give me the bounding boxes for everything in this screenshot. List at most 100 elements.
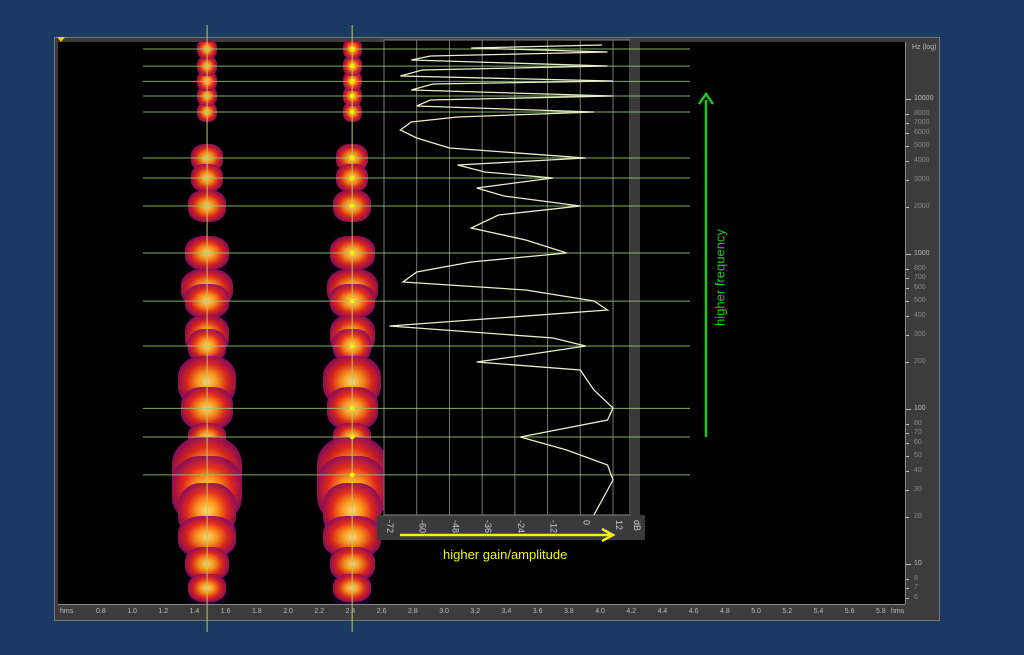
frequency-tick xyxy=(906,145,909,147)
spectrogram-energy-blob xyxy=(329,235,375,270)
spectrogram-energy-blob xyxy=(184,235,230,270)
spectrogram-energy-blob xyxy=(342,42,362,60)
spectrogram-energy-blob xyxy=(184,284,230,319)
frequency-tick-label: 8000 xyxy=(914,110,930,118)
frequency-tick-label: 60 xyxy=(914,439,922,447)
time-tick-label: 4.0 xyxy=(595,608,605,615)
frequency-tick-label: 10000 xyxy=(914,95,934,102)
time-tick-label: 4.4 xyxy=(657,608,668,615)
frequency-axis: Hz (log) 10000 1000 100 10 8000 7000 6000 5000 4… xyxy=(905,42,938,604)
frequency-tick-label: 80 xyxy=(914,420,922,428)
time-tick-label: 4.6 xyxy=(688,608,699,615)
frequency-tick xyxy=(906,99,911,100)
time-axis-unit-right: hms xyxy=(891,608,905,615)
time-tick-label: 2.8 xyxy=(408,608,418,615)
time-tick-label: 2.0 xyxy=(283,608,293,615)
frequency-tick xyxy=(906,443,909,445)
frequency-tick xyxy=(906,409,911,410)
time-tick-label: 5.6 xyxy=(844,608,855,615)
frequency-tick-label: 200 xyxy=(914,358,926,366)
frequency-tick xyxy=(906,123,909,124)
frequency-tick-label: 2000 xyxy=(914,203,930,211)
time-tick-label: 1.8 xyxy=(252,608,262,615)
time-tick-label: 2.4 xyxy=(345,608,356,615)
frequency-tick-label: 10 xyxy=(914,560,922,567)
time-tick-label: 1.0 xyxy=(127,608,137,615)
frequency-tick-label: 500 xyxy=(914,296,926,304)
time-tick-label: 4.8 xyxy=(720,608,730,615)
frequency-tick-label: 50 xyxy=(914,451,922,459)
frequency-tick-label: 7 xyxy=(914,584,918,591)
frequency-tick xyxy=(906,160,909,162)
time-tick-label: 2.6 xyxy=(376,608,387,615)
frequency-tick-label: 600 xyxy=(914,284,926,292)
frequency-tick xyxy=(906,455,909,457)
frequency-tick-label: 20 xyxy=(914,513,922,521)
frequency-tick xyxy=(906,254,911,255)
time-axis: hms hms 0.8 1.0 1.2 1.4 1.6 1.8 2.0 2.2 2.4 2.6 2.… xyxy=(58,604,905,619)
frequency-tick xyxy=(906,490,909,492)
time-tick-label: 3.6 xyxy=(532,608,543,615)
frequency-tick xyxy=(906,207,909,209)
frequency-tick-label: 7000 xyxy=(914,119,930,126)
time-tick-label: 5.2 xyxy=(782,608,793,615)
spectrogram-energy-blob xyxy=(332,190,372,222)
frequency-tick-label: 6000 xyxy=(914,129,930,137)
frequency-tick xyxy=(906,362,909,364)
frequency-tick xyxy=(906,300,909,302)
frequency-tick-label: 3000 xyxy=(914,176,930,184)
frequency-tick-label: 5000 xyxy=(914,141,930,149)
frequency-tick xyxy=(906,424,909,426)
time-tick-label: 3.8 xyxy=(564,608,574,615)
frequency-tick-label: 1000 xyxy=(914,250,930,257)
frequency-tick xyxy=(906,564,911,565)
spectrogram-energy-blob xyxy=(187,190,227,222)
spectrogram-energy-blob xyxy=(197,56,217,77)
frequency-tick xyxy=(906,588,909,589)
spectrogram-energy-blob xyxy=(191,163,224,193)
gain-annotation: higher gain/amplitude xyxy=(443,547,568,562)
time-tick-label: 4.2 xyxy=(626,608,637,615)
frequency-tick xyxy=(906,598,909,600)
spectrogram-energy-blob xyxy=(187,573,227,603)
frequency-tick xyxy=(906,180,909,182)
frequency-tick xyxy=(906,517,909,519)
frequency-tick xyxy=(906,288,909,290)
frequency-tick-label: 300 xyxy=(914,331,926,339)
frequency-tick xyxy=(906,315,909,317)
time-axis-unit-left: hms xyxy=(60,608,74,615)
time-tick-label: 3.0 xyxy=(439,608,449,615)
frequency-tick xyxy=(906,278,909,279)
frequency-annotation: higher frequency xyxy=(712,229,728,326)
frequency-tick-label: 800 xyxy=(914,265,926,273)
spectrogram-energy-blob xyxy=(332,573,372,603)
frequency-tick-label: 70 xyxy=(914,429,922,436)
spectrogram-energy-blob xyxy=(197,42,217,60)
frequency-tick-label: 100 xyxy=(914,405,926,412)
frequency-tick xyxy=(906,114,909,116)
spectrogram-energy-blob xyxy=(336,163,369,193)
spectrogram-energy-blob xyxy=(329,284,375,319)
db-axis xyxy=(377,515,645,540)
frequency-tick xyxy=(906,133,909,135)
time-tick-label: 3.2 xyxy=(470,608,481,615)
time-tick-label: 5.4 xyxy=(813,608,824,615)
time-tick-label: 5.8 xyxy=(876,608,886,615)
frequency-tick xyxy=(906,433,909,434)
frequency-tick-label: 4000 xyxy=(914,156,930,164)
time-tick-label: 1.4 xyxy=(189,608,200,615)
time-tick-label: 0.8 xyxy=(96,608,106,615)
frequency-tick-label: 30 xyxy=(914,486,922,494)
frequency-tick-label: 6 xyxy=(914,594,918,602)
frequency-tick xyxy=(906,470,909,472)
time-tick-label: 3.4 xyxy=(501,608,512,615)
frequency-tick-label: 400 xyxy=(914,311,926,319)
time-tick-label: 1.6 xyxy=(220,608,231,615)
time-tick-label: 5.0 xyxy=(751,608,761,615)
frequency-tick xyxy=(906,269,909,271)
frequency-tick xyxy=(906,335,909,337)
frequency-axis-unit: Hz (log) xyxy=(912,44,937,51)
time-tick-label: 1.2 xyxy=(158,608,169,615)
spectrogram-energy-blob xyxy=(342,56,362,77)
frequency-tick-label: 40 xyxy=(914,466,922,474)
